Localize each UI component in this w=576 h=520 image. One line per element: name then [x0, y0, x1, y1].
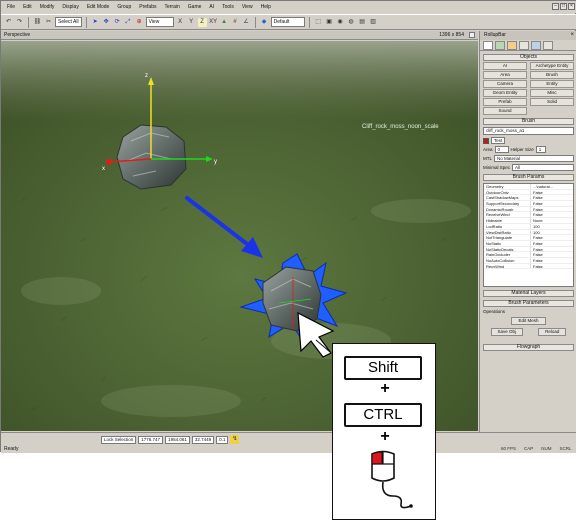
- mouse-left-click-icon: [371, 450, 413, 509]
- shortcut-callout: Shift + CTRL +: [332, 343, 436, 520]
- plus-sign: +: [380, 428, 390, 445]
- plus-sign: +: [380, 380, 390, 397]
- callout-connector: [315, 339, 331, 353]
- ctrl-key: CTRL: [344, 403, 422, 427]
- shift-key: Shift: [344, 356, 422, 380]
